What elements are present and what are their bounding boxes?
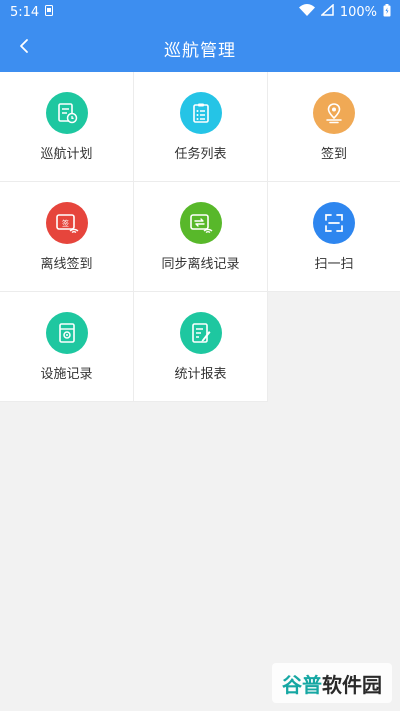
grid-item-sync-offline[interactable]: 同步离线记录 xyxy=(134,182,268,292)
facility-record-icon xyxy=(45,311,88,354)
chevron-left-icon xyxy=(18,38,30,58)
watermark-logo: 谷普 软件园 xyxy=(272,663,392,703)
grid-item-label: 巡航计划 xyxy=(40,146,93,162)
battery-percent: 100% xyxy=(339,4,377,20)
grid-item-scan[interactable]: 扫一扫 xyxy=(268,182,400,292)
status-time: 5:14 xyxy=(10,4,40,20)
battery-icon xyxy=(383,3,391,21)
back-button[interactable] xyxy=(8,32,40,64)
grid-item-label: 扫一扫 xyxy=(314,256,354,272)
grid-item-statistics-report[interactable]: 统计报表 xyxy=(134,292,268,402)
statistics-report-icon xyxy=(179,311,222,354)
grid-item-label: 同步离线记录 xyxy=(161,256,240,272)
status-bar: 5:14 100% xyxy=(0,0,400,24)
watermark-text-part1: 谷普 xyxy=(282,672,322,697)
page-title: 巡航管理 xyxy=(164,40,236,61)
location-checkin-icon xyxy=(313,91,355,134)
watermark-text-part2: 软件园 xyxy=(322,672,382,697)
sim-card-icon xyxy=(45,4,54,20)
app-bar: 巡航管理 xyxy=(0,24,400,72)
grid-item-offline-checkin[interactable]: 签 离线签到 xyxy=(0,182,134,292)
scan-icon xyxy=(313,201,355,244)
grid-item-task-list[interactable]: 任务列表 xyxy=(134,72,268,182)
grid-item-patrol-plan[interactable]: 巡航计划 xyxy=(0,72,134,182)
grid-item-label: 任务列表 xyxy=(174,146,227,162)
offline-checkin-icon: 签 xyxy=(45,201,88,244)
grid-item-checkin[interactable]: 签到 xyxy=(268,72,400,182)
wifi-icon xyxy=(298,4,315,20)
signal-icon xyxy=(319,3,334,20)
grid-item-label: 签到 xyxy=(320,146,347,162)
grid-item-label: 离线签到 xyxy=(40,256,93,272)
grid-item-facility-record[interactable]: 设施记录 xyxy=(0,292,134,402)
sync-offline-icon xyxy=(179,201,222,244)
svg-text:签: 签 xyxy=(62,218,69,227)
task-list-icon xyxy=(179,91,222,134)
grid-item-label: 统计报表 xyxy=(174,366,227,382)
grid-item-label: 设施记录 xyxy=(40,366,93,382)
patrol-plan-icon xyxy=(45,91,88,134)
function-grid: 巡航计划 任务列表 签到 签 离线签到 同步离线记录 扫一扫 设施记录 统计报表 xyxy=(0,72,400,402)
